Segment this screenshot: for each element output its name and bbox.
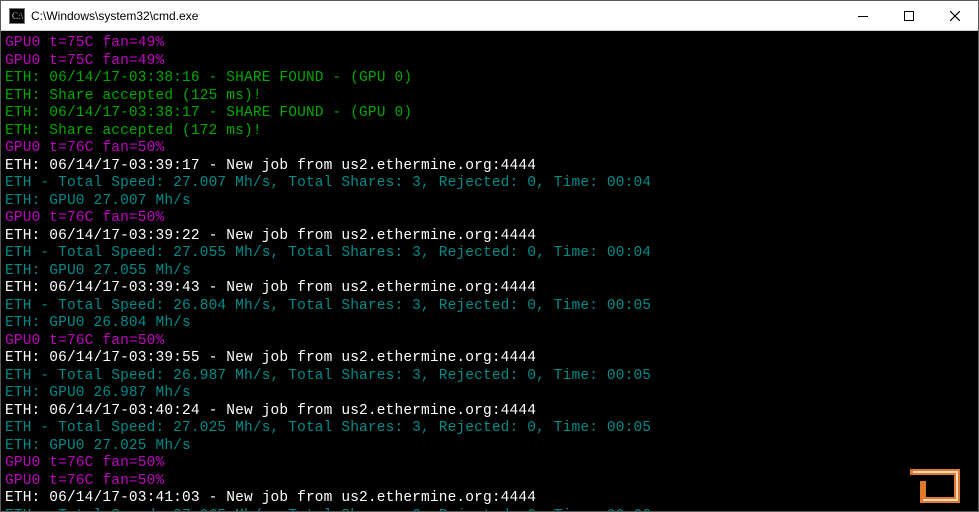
terminal-line: ETH: 06/14/17-03:41:03 - New job from us…: [5, 490, 978, 508]
terminal-line: ETH: Share accepted (172 ms)!: [5, 123, 978, 141]
terminal-line: ETH: 06/14/17-03:38:16 - SHARE FOUND - (…: [5, 70, 978, 88]
cmd-window: C:\ C:\Windows\system32\cmd.exe GPU0 t=7…: [0, 0, 979, 512]
terminal-line: GPU0 t=75C fan=49%: [5, 35, 978, 53]
terminal-line: ETH - Total Speed: 27.007 Mh/s, Total Sh…: [5, 175, 978, 193]
terminal-output[interactable]: GPU0 t=75C fan=49%GPU0 t=75C fan=49%ETH:…: [1, 31, 978, 511]
minimize-icon: [858, 11, 868, 21]
terminal-line: ETH: 06/14/17-03:39:55 - New job from us…: [5, 350, 978, 368]
cmd-icon: C:\: [9, 8, 25, 24]
terminal-line: ETH: 06/14/17-03:39:43 - New job from us…: [5, 280, 978, 298]
svg-text:C:\: C:\: [12, 11, 24, 21]
terminal-line: ETH: 06/14/17-03:39:22 - New job from us…: [5, 228, 978, 246]
terminal-line: GPU0 t=76C fan=50%: [5, 210, 978, 228]
terminal-line: ETH: Share accepted (125 ms)!: [5, 88, 978, 106]
window-controls: [840, 1, 978, 30]
terminal-line: GPU0 t=76C fan=50%: [5, 333, 978, 351]
minimize-button[interactable]: [840, 1, 886, 30]
terminal-line: ETH: 06/14/17-03:40:24 - New job from us…: [5, 403, 978, 421]
terminal-line: ETH: GPU0 27.025 Mh/s: [5, 438, 978, 456]
terminal-line: ETH: GPU0 27.055 Mh/s: [5, 263, 978, 281]
terminal-line: GPU0 t=76C fan=50%: [5, 140, 978, 158]
terminal-line: ETH - Total Speed: 27.055 Mh/s, Total Sh…: [5, 245, 978, 263]
terminal-line: ETH - Total Speed: 27.025 Mh/s, Total Sh…: [5, 420, 978, 438]
maximize-icon: [904, 11, 914, 21]
terminal-line: GPU0 t=76C fan=50%: [5, 473, 978, 491]
terminal-line: ETH - Total Speed: 26.987 Mh/s, Total Sh…: [5, 368, 978, 386]
terminal-line: ETH: 06/14/17-03:39:17 - New job from us…: [5, 158, 978, 176]
terminal-line: ETH: GPU0 26.987 Mh/s: [5, 385, 978, 403]
maximize-button[interactable]: [886, 1, 932, 30]
terminal-line: ETH: GPU0 26.804 Mh/s: [5, 315, 978, 333]
window-title: C:\Windows\system32\cmd.exe: [31, 9, 840, 23]
titlebar[interactable]: C:\ C:\Windows\system32\cmd.exe: [1, 1, 978, 31]
terminal-line: ETH: GPU0 27.007 Mh/s: [5, 193, 978, 211]
terminal-line: ETH - Total Speed: 26.804 Mh/s, Total Sh…: [5, 298, 978, 316]
terminal-line: ETH: 06/14/17-03:38:17 - SHARE FOUND - (…: [5, 105, 978, 123]
close-icon: [950, 11, 960, 21]
terminal-line: ETH - Total Speed: 27.065 Mh/s, Total Sh…: [5, 508, 978, 512]
terminal-line: GPU0 t=76C fan=50%: [5, 455, 978, 473]
close-button[interactable]: [932, 1, 978, 30]
terminal-line: GPU0 t=75C fan=49%: [5, 53, 978, 71]
